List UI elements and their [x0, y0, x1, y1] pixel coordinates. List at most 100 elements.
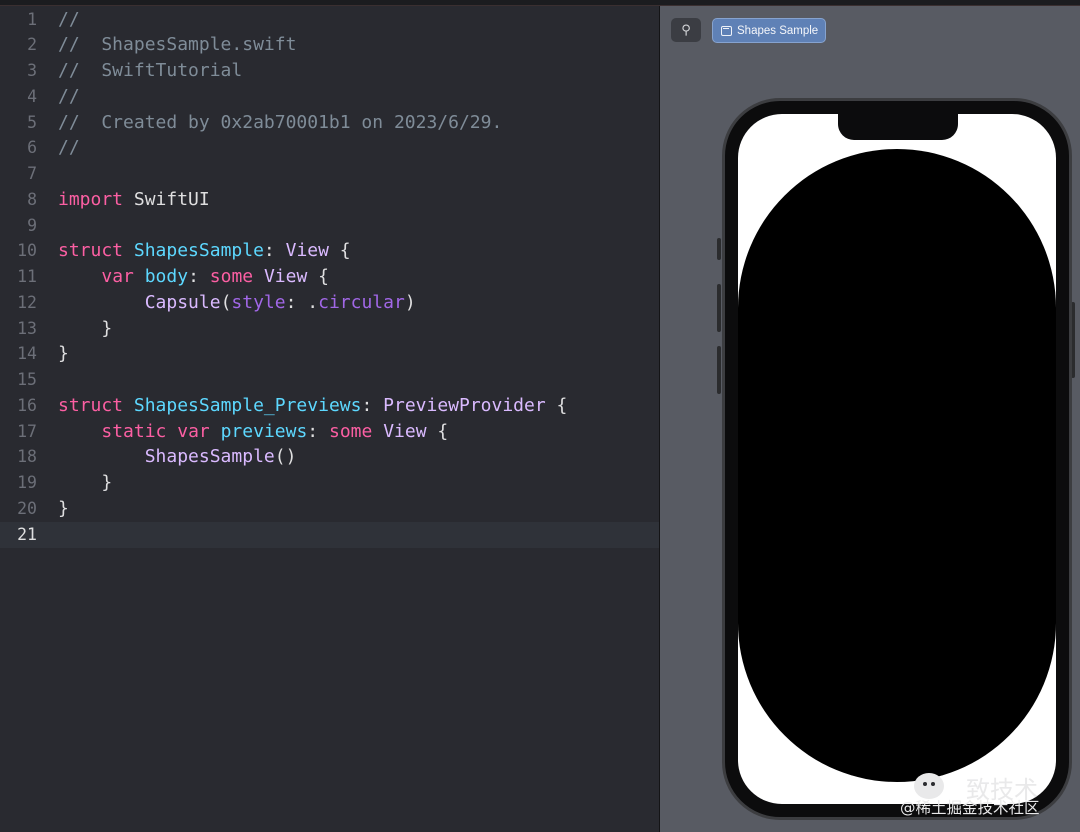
code-text: // [58, 135, 80, 161]
code-line[interactable]: 11 var body: some View { [0, 264, 659, 290]
code-token: } [58, 317, 113, 339]
pin-preview-button[interactable]: ⚲ [671, 18, 701, 42]
code-text: // [58, 84, 80, 110]
code-token: View [285, 240, 329, 262]
code-token: } [58, 472, 113, 493]
line-number: 5 [27, 112, 37, 132]
line-number: 17 [17, 421, 37, 441]
code-text: // SwiftTutorial [58, 58, 242, 84]
code-line[interactable]: 5 // Created by 0x2ab70001b1 on 2023/6/29… [0, 110, 659, 136]
line-number: 7 [27, 164, 37, 183]
preview-selector-button[interactable]: Shapes Sample [712, 18, 826, 43]
code-token: { [545, 394, 568, 416]
code-token: ShapesSample_Previews [133, 394, 362, 416]
code-text: } [58, 496, 69, 522]
code-token: some [328, 420, 373, 442]
code-token: // SwiftTutorial [58, 60, 243, 81]
capsule-shape [738, 149, 1056, 782]
code-token: var [101, 266, 134, 287]
code-token: : [361, 394, 384, 416]
code-line[interactable]: 13 } [0, 316, 659, 342]
code-token: : . [285, 291, 319, 313]
line-number: 21 [17, 524, 37, 544]
code-line[interactable]: 16 struct ShapesSample_Previews: PreviewP… [0, 393, 659, 419]
code-line[interactable]: 15 [0, 367, 659, 393]
code-text: ShapesSample() [58, 444, 297, 470]
code-token: style [231, 291, 286, 313]
line-number: 3 [27, 61, 37, 80]
code-line[interactable]: 18 ShapesSample() [0, 444, 659, 470]
code-text: static var previews: some View { [58, 419, 448, 445]
code-token: // [58, 137, 80, 159]
iphone-frame [722, 98, 1072, 820]
code-line[interactable]: 3 // SwiftTutorial [0, 58, 659, 84]
line-number: 16 [17, 395, 37, 415]
code-token: Capsule [144, 291, 221, 313]
line-number: 13 [17, 318, 37, 338]
line-number: 9 [27, 215, 37, 235]
code-text: // [58, 7, 80, 33]
device-screen [738, 114, 1056, 804]
code-line[interactable]: 20} [0, 496, 659, 522]
line-number: 19 [17, 473, 37, 492]
code-token: ) [404, 291, 416, 313]
line-number: 10 [17, 241, 37, 261]
line-number: 4 [27, 86, 37, 106]
code-text: import SwiftUI [58, 187, 210, 213]
code-token: struct [58, 394, 124, 416]
code-line[interactable]: 4 // [0, 84, 659, 110]
line-number: 11 [17, 267, 37, 286]
code-text: } [58, 316, 112, 342]
watermark: 致技术 @稀土掘金技术社区 [900, 770, 1080, 820]
code-line[interactable]: 6 // [0, 135, 659, 161]
code-line[interactable]: 10 struct ShapesSample: View { [0, 238, 659, 264]
code-token: var [177, 420, 210, 442]
code-text: struct ShapesSample: View { [58, 238, 351, 264]
code-line[interactable]: 21 [0, 521, 659, 548]
code-line[interactable]: 17 static var previews: some View { [0, 419, 659, 445]
code-line[interactable]: 2 // ShapesSample.swift [0, 32, 659, 58]
code-token: View [263, 266, 308, 287]
code-line[interactable]: 8 import SwiftUI [0, 187, 659, 213]
line-number: 8 [27, 189, 37, 209]
code-token: ShapesSample [133, 240, 264, 262]
line-number: 14 [17, 344, 37, 364]
code-line[interactable]: 9 [0, 213, 659, 239]
code-text: Capsule(style: .circular) [58, 290, 416, 316]
device-notch [838, 114, 958, 140]
line-number: 18 [17, 447, 37, 467]
code-token: // Created by 0x2ab70001b1 on 2023/6/29. [58, 111, 503, 133]
code-token: struct [58, 240, 124, 262]
code-token: } [58, 343, 69, 365]
code-text: // ShapesSample.swift [58, 32, 296, 58]
watermark-subtitle: @稀土掘金技术社区 [900, 799, 1040, 817]
code-editor[interactable]: 1 // 2 // ShapesSample.swift 3 // SwiftTutori… [0, 6, 659, 832]
line-number: 1 [27, 9, 37, 29]
code-token: { [307, 266, 330, 287]
line-number: 2 [27, 35, 37, 55]
code-token: circular [318, 291, 405, 313]
code-line[interactable]: 7 [0, 161, 659, 187]
code-text: // Created by 0x2ab70001b1 on 2023/6/29. [58, 110, 502, 136]
line-number: 6 [27, 138, 37, 158]
code-token: SwiftUI [123, 188, 210, 210]
code-token: // ShapesSample.swift [58, 34, 297, 56]
code-token: View [383, 420, 427, 442]
code-line[interactable]: 12 Capsule(style: .circular) [0, 290, 659, 316]
code-token: body [144, 266, 189, 287]
code-token: : [263, 240, 286, 262]
pin-icon: ⚲ [681, 22, 691, 38]
code-line[interactable]: 1 // [0, 7, 659, 33]
code-token: PreviewProvider [383, 394, 546, 416]
code-line[interactable]: 14} [0, 341, 659, 367]
code-line[interactable]: 19 } [0, 470, 659, 496]
